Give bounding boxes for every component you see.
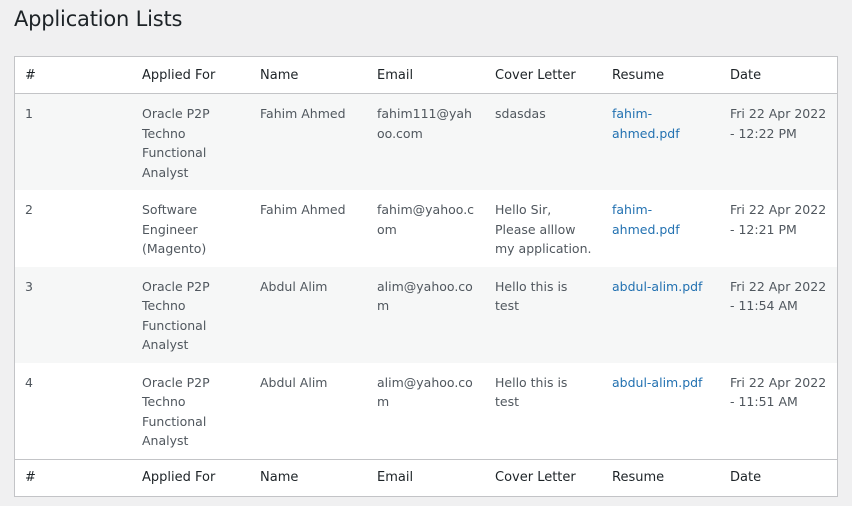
applications-table: # Applied For Name Email Cover Letter Re… bbox=[15, 57, 837, 496]
cell-number: 1 bbox=[25, 106, 33, 121]
cell-applied-for: Oracle P2P Techno Functional Analyst bbox=[142, 374, 210, 449]
cell-date: Fri 22 Apr 2022 - 11:54 AM bbox=[730, 278, 827, 314]
cell-cover-letter: Hello this is test bbox=[495, 374, 568, 410]
cell-email: fahim111@yahoo.com bbox=[377, 106, 472, 141]
resume-link[interactable]: abdul-alim.pdf bbox=[612, 279, 702, 294]
cell-date: Fri 22 Apr 2022 - 11:51 AM bbox=[730, 374, 827, 410]
table-row: 4 Oracle P2P Techno Functional Analyst A… bbox=[15, 362, 837, 460]
footer-header-cover-letter[interactable]: Cover Letter bbox=[485, 458, 602, 496]
cell-name: Fahim Ahmed bbox=[260, 202, 346, 217]
cell-cover-letter: sdasdas bbox=[495, 106, 546, 121]
table-footer: # Applied For Name Email Cover Letter Re… bbox=[15, 458, 837, 496]
resume-link[interactable]: abdul-alim.pdf bbox=[612, 375, 702, 390]
table-row: 3 Oracle P2P Techno Functional Analyst A… bbox=[15, 266, 837, 363]
footer-header-name[interactable]: Name bbox=[250, 458, 367, 496]
cell-resume: abdul-alim.pdf bbox=[602, 267, 720, 363]
cell-email: fahim@yahoo.com bbox=[377, 202, 475, 237]
cell-cover-letter: Hello Sir, Please alllow my application. bbox=[495, 202, 592, 256]
cell-date: Fri 22 Apr 2022 - 12:22 PM bbox=[730, 106, 827, 141]
cell-number: 4 bbox=[25, 374, 33, 390]
column-header-name[interactable]: Name bbox=[250, 57, 367, 94]
cell-resume: abdul-alim.pdf bbox=[602, 363, 720, 460]
applications-table-container: # Applied For Name Email Cover Letter Re… bbox=[14, 56, 838, 497]
column-header-email[interactable]: Email bbox=[367, 57, 485, 94]
resume-link[interactable]: fahim-ahmed.pdf bbox=[612, 106, 680, 141]
footer-header-date[interactable]: Date bbox=[720, 458, 837, 496]
cell-cover-letter: Hello this is test bbox=[495, 278, 568, 314]
cell-date: Fri 22 Apr 2022 - 12:21 PM bbox=[730, 202, 827, 237]
cell-applied-for: Software Engineer (Magento) bbox=[142, 202, 207, 256]
column-header-resume[interactable]: Resume bbox=[602, 57, 720, 94]
footer-header-email[interactable]: Email bbox=[367, 458, 485, 496]
footer-header-number[interactable]: # bbox=[15, 458, 132, 496]
cell-name: Fahim Ahmed bbox=[260, 106, 346, 121]
cell-resume: fahim-ahmed.pdf bbox=[602, 94, 720, 191]
table-header: # Applied For Name Email Cover Letter Re… bbox=[15, 57, 837, 94]
footer-header-applied-for[interactable]: Applied For bbox=[132, 458, 250, 496]
cell-number: 3 bbox=[25, 278, 33, 294]
column-header-cover-letter[interactable]: Cover Letter bbox=[485, 57, 602, 94]
column-header-applied-for[interactable]: Applied For bbox=[132, 57, 250, 94]
cell-applied-for: Oracle P2P Techno Functional Analyst bbox=[142, 278, 210, 353]
cell-applied-for: Oracle P2P Techno Functional Analyst bbox=[142, 106, 210, 180]
column-header-number[interactable]: # bbox=[15, 57, 132, 94]
cell-name: Abdul Alim bbox=[260, 374, 328, 390]
resume-link[interactable]: fahim-ahmed.pdf bbox=[612, 202, 680, 237]
table-row: 1 Oracle P2P Techno Functional Analyst F… bbox=[15, 93, 837, 191]
table-row: 2 Software Engineer (Magento) Fahim Ahme… bbox=[15, 190, 837, 267]
cell-email: alim@yahoo.com bbox=[377, 278, 473, 314]
table-body: 1 Oracle P2P Techno Functional Analyst F… bbox=[15, 93, 837, 460]
cell-email: alim@yahoo.com bbox=[377, 374, 473, 410]
cell-number: 2 bbox=[25, 202, 33, 217]
column-header-date[interactable]: Date bbox=[720, 57, 837, 94]
cell-name: Abdul Alim bbox=[260, 278, 328, 294]
page-title: Application Lists bbox=[14, 7, 183, 31]
footer-header-resume[interactable]: Resume bbox=[602, 458, 720, 496]
cell-resume: fahim-ahmed.pdf bbox=[602, 190, 720, 267]
